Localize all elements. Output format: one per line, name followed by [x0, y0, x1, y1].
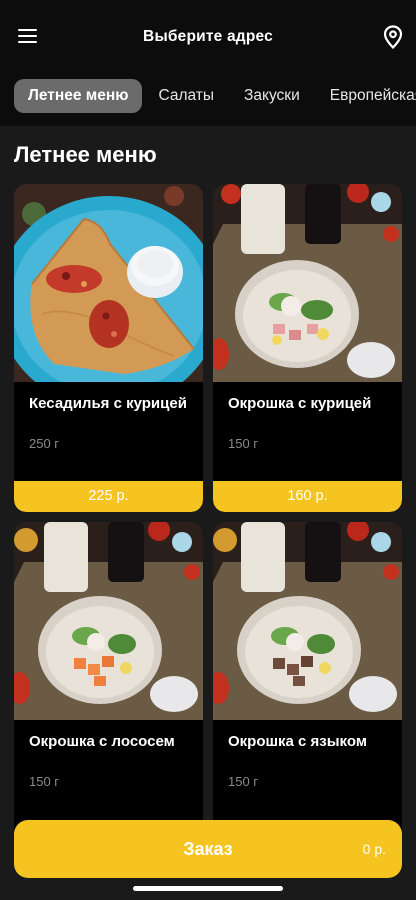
product-photo [14, 184, 203, 382]
map-pin-icon[interactable] [383, 25, 403, 50]
section-title: Летнее меню [14, 142, 157, 167]
order-total: 0 р. [362, 841, 386, 857]
product-name: Окрошка с лососем [29, 733, 175, 750]
app-header: Выберите адрес [0, 0, 416, 76]
tab-appetizers[interactable]: Закуски [230, 79, 314, 113]
product-price-button[interactable]: 225 р. [14, 481, 203, 512]
hamburger-menu-icon[interactable] [18, 28, 38, 44]
product-card[interactable]: Окрошка с языком 150 г [213, 522, 402, 850]
product-name: Кесадилья с курицей [29, 395, 187, 412]
product-price-button[interactable]: 160 р. [213, 481, 402, 512]
product-name: Окрошка с курицей [228, 395, 372, 412]
product-weight: 150 г [228, 436, 259, 451]
tab-european[interactable]: Европейская [316, 79, 416, 113]
tab-salads[interactable]: Салаты [144, 79, 228, 113]
tab-summer-menu[interactable]: Летнее меню [14, 79, 143, 113]
category-tabs: Летнее меню Салаты Закуски Европейская [0, 76, 416, 126]
product-card[interactable]: Кесадилья с курицей 250 г 225 р. [14, 184, 203, 512]
product-photo [213, 522, 402, 720]
product-weight: 150 г [228, 774, 259, 789]
address-selector[interactable]: Выберите адрес [100, 28, 316, 46]
product-photo [213, 184, 402, 382]
home-indicator [133, 886, 283, 891]
product-card[interactable]: Окрошка с лососем 150 г [14, 522, 203, 850]
product-weight: 250 г [29, 436, 60, 451]
menu-content: Летнее меню Кесадилья с курицей 250 г 22… [0, 126, 416, 900]
product-name: Окрошка с языком [228, 733, 367, 750]
order-label: Заказ [183, 839, 233, 859]
product-card[interactable]: Окрошка с курицей 150 г 160 р. [213, 184, 402, 512]
product-photo [14, 522, 203, 720]
product-weight: 150 г [29, 774, 60, 789]
order-button[interactable]: Заказ 0 р. [14, 820, 402, 878]
